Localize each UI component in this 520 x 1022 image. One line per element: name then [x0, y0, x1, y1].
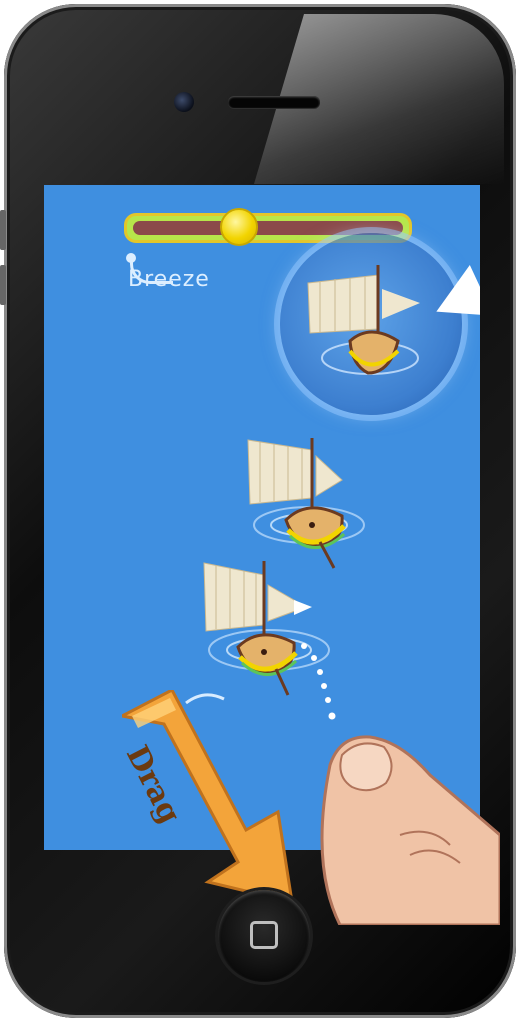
earpiece-speaker — [228, 96, 320, 108]
finger-hint-icon — [320, 735, 500, 925]
wind-slider-knob[interactable] — [220, 208, 258, 246]
dial-boat-icon — [307, 265, 420, 375]
front-camera-icon — [174, 92, 194, 112]
wind-slider-label: Breeze — [128, 267, 210, 292]
volume-up-button — [0, 210, 6, 250]
home-button[interactable] — [218, 890, 310, 982]
wind-direction-dial[interactable] — [280, 233, 462, 415]
volume-down-button — [0, 265, 6, 305]
home-square-icon — [250, 921, 278, 949]
